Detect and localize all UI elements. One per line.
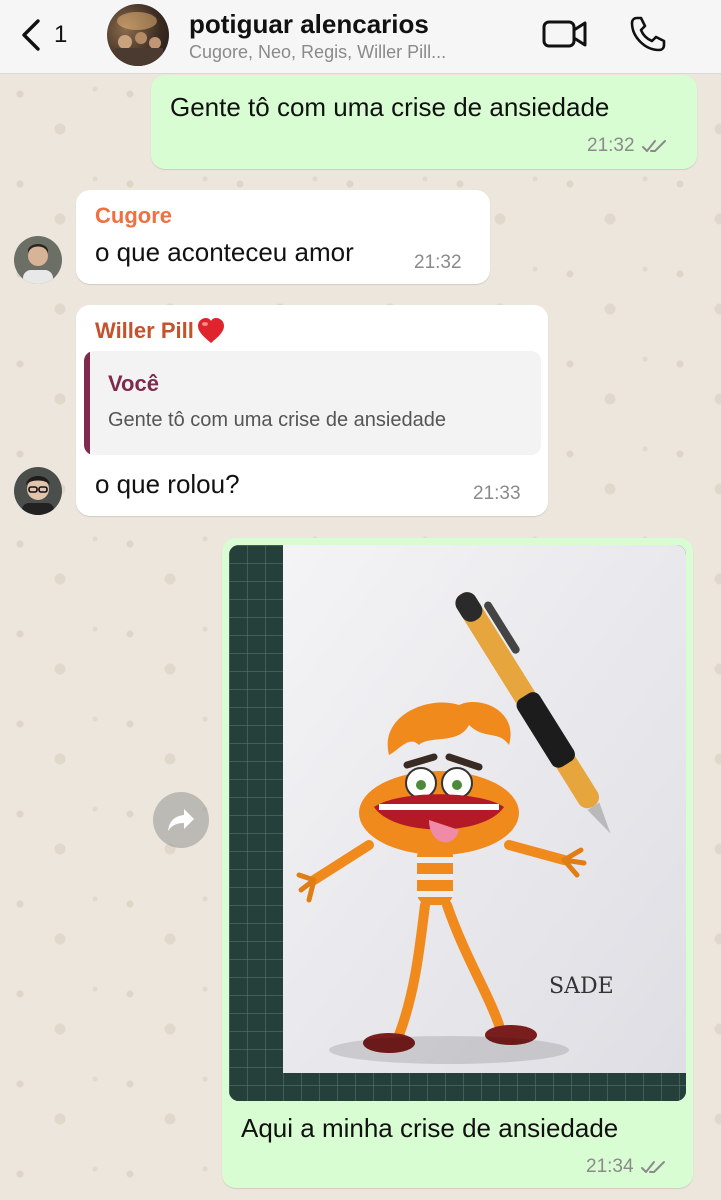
- drawing-photo: SADE: [229, 545, 686, 1101]
- quote-text: Gente tô com uma crise de ansiedade: [108, 409, 446, 431]
- attached-image[interactable]: SADE: [229, 545, 686, 1101]
- message-meta: 21:34: [586, 1156, 668, 1178]
- group-title: potiguar alencarios: [189, 9, 429, 39]
- message-text: o que aconteceu amor: [95, 237, 354, 267]
- incoming-message[interactable]: Cugore o que aconteceu amor 21:32: [76, 190, 490, 284]
- double-check-icon: [640, 1161, 665, 1173]
- sender-row: Willer Pill: [95, 317, 226, 345]
- back-button[interactable]: 1: [20, 18, 67, 52]
- incoming-message[interactable]: Willer Pill Você Gente tô com uma crise …: [76, 305, 548, 516]
- quote-accent-bar: [84, 351, 90, 455]
- phone-icon: [630, 16, 666, 52]
- chat-header: 1 potiguar alencarios Cugore, Neo, Regis…: [0, 0, 721, 74]
- message-time: 21:34: [586, 1156, 634, 1177]
- forward-icon: [168, 809, 194, 831]
- message-text: Gente tô com uma crise de ansiedade: [170, 92, 610, 122]
- video-call-button[interactable]: [542, 18, 588, 55]
- group-avatar[interactable]: [107, 4, 169, 66]
- sender-name: Cugore: [95, 203, 172, 228]
- outgoing-image-message[interactable]: SADE Aqui a minha crise de ansiedade 21:…: [222, 538, 693, 1188]
- sender-name: Willer Pill: [95, 318, 194, 343]
- quoted-message[interactable]: Você Gente tô com uma crise de ansiedade: [84, 351, 541, 455]
- heart-emoji-icon: [197, 318, 224, 343]
- forward-button[interactable]: [153, 792, 209, 848]
- outgoing-message[interactable]: Gente tô com uma crise de ansiedade 21:3…: [151, 75, 697, 169]
- drawing-signature: SADE: [549, 974, 614, 999]
- message-time: 21:32: [587, 135, 635, 156]
- sender-avatar-cugore[interactable]: [14, 236, 62, 284]
- chat-title-block[interactable]: potiguar alencarios Cugore, Neo, Regis, …: [189, 8, 519, 64]
- message-meta: 21:32: [587, 135, 669, 157]
- message-time: 21:32: [414, 252, 462, 273]
- quote-author: Você: [108, 371, 159, 396]
- message-text: o que rolou?: [95, 469, 240, 499]
- double-check-icon: [641, 140, 666, 152]
- sender-avatar-willer[interactable]: [14, 467, 62, 515]
- message-time: 21:33: [473, 483, 521, 504]
- group-members: Cugore, Neo, Regis, Willer Pill...: [189, 42, 447, 62]
- unread-count: 1: [54, 21, 68, 48]
- video-camera-icon: [542, 20, 587, 48]
- voice-call-button[interactable]: [628, 14, 668, 59]
- chevron-left-icon: [22, 19, 40, 51]
- image-caption: Aqui a minha crise de ansiedade: [241, 1113, 619, 1143]
